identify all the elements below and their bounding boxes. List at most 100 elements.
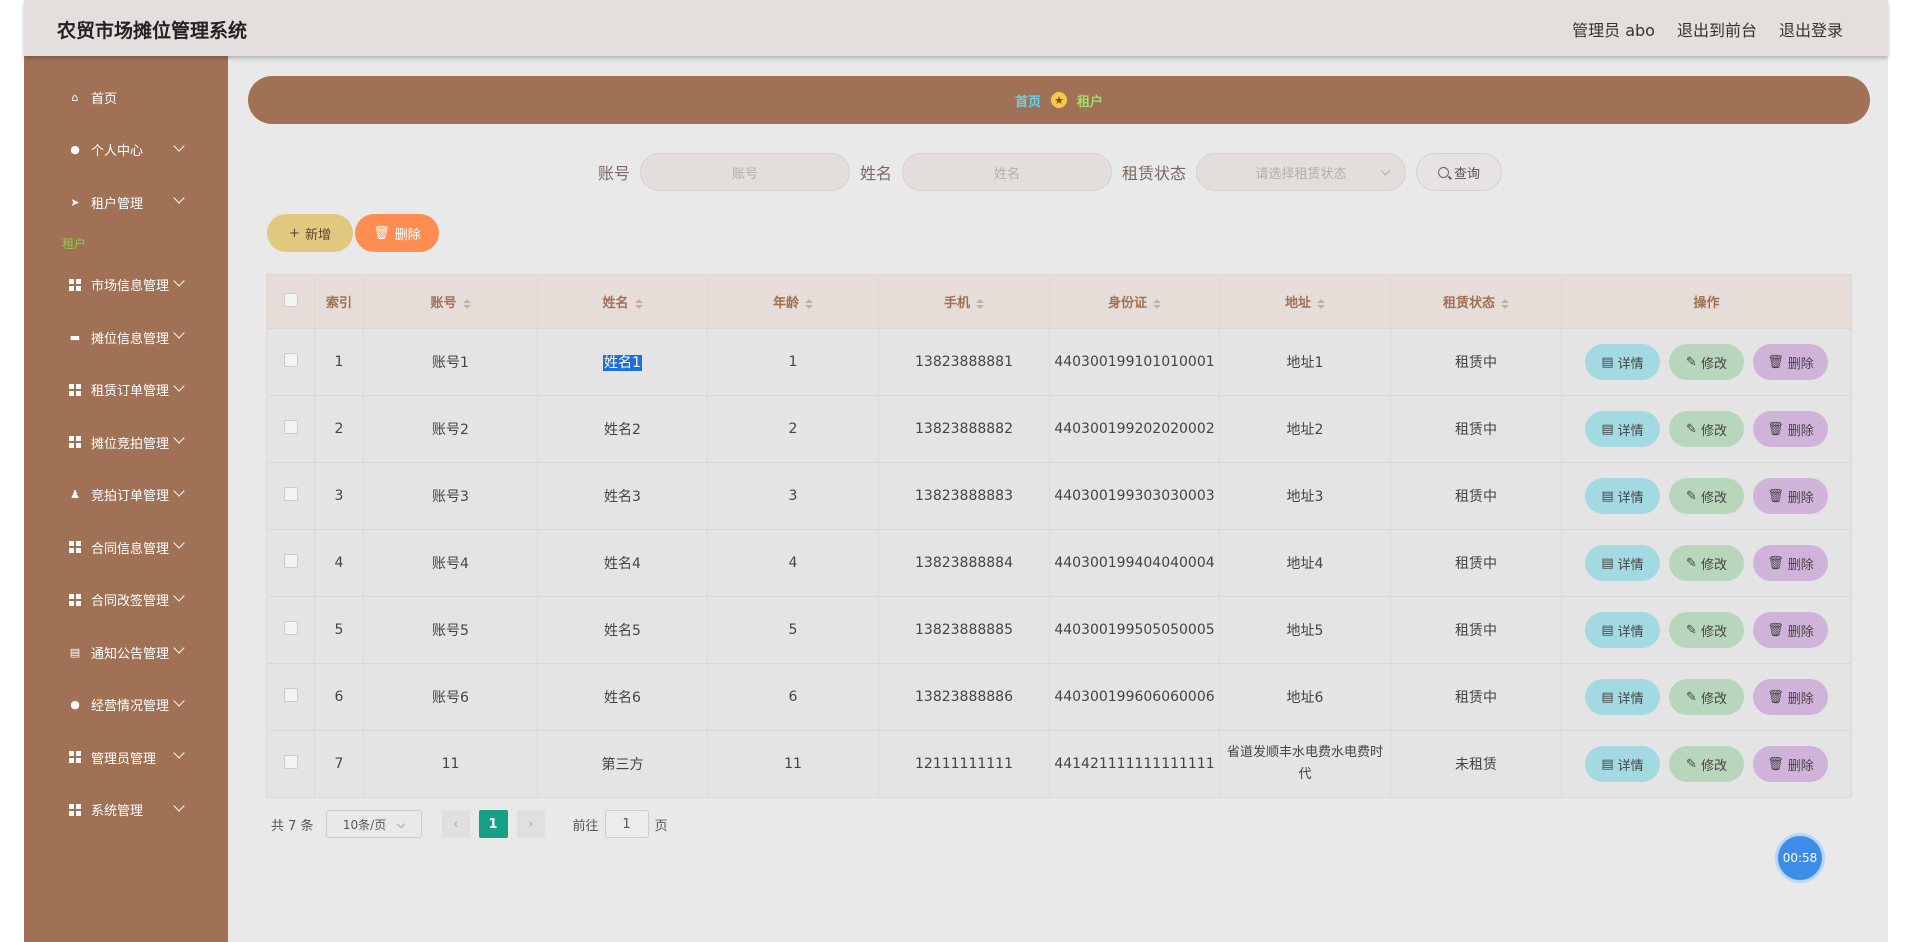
cell-index: 2 (314, 395, 364, 463)
sidebar-item-notice[interactable]: ▤ 通知公告管理 (24, 626, 228, 679)
sidebar-item-contract-change[interactable]: 合同改签管理 (24, 574, 228, 627)
header-phone[interactable]: 手机 (878, 274, 1050, 329)
header-account[interactable]: 账号 (363, 274, 538, 329)
sidebar-item-personal[interactable]: ● 个人中心 (24, 124, 228, 177)
detail-button[interactable]: ▤ 详情 (1585, 545, 1660, 581)
header-age-label: 年龄 (772, 296, 799, 311)
cell-age: 2 (707, 395, 879, 463)
cell-phone: 13823888885 (878, 596, 1050, 664)
trash-icon: 🗑 (373, 225, 390, 241)
cell-id-card: 440300199202020002 (1049, 395, 1220, 463)
trash-icon: 🗑 (1767, 488, 1784, 504)
header-status[interactable]: 租赁状态 (1390, 274, 1562, 329)
sort-icon[interactable] (1317, 298, 1325, 309)
sort-icon[interactable] (1153, 298, 1161, 309)
delete-button[interactable]: 🗑 删除 (1753, 545, 1828, 581)
sort-icon[interactable] (805, 298, 813, 309)
query-button[interactable]: 查询 (1416, 153, 1503, 191)
row-checkbox[interactable] (283, 554, 298, 568)
sidebar-item-system[interactable]: 系统管理 (24, 784, 228, 837)
page-number-current[interactable]: 1 (478, 810, 508, 838)
delete-button[interactable]: 🗑 删除 (1753, 411, 1828, 447)
detail-label: 详情 (1617, 691, 1644, 707)
breadcrumb-home[interactable]: 首页 (1015, 91, 1041, 110)
detail-button[interactable]: ▤ 详情 (1585, 478, 1660, 514)
batch-delete-button[interactable]: 🗑 删除 (355, 214, 439, 252)
edit-button[interactable]: ✎ 修改 (1669, 545, 1744, 581)
delete-button[interactable]: 🗑 删除 (1753, 612, 1828, 648)
header-status-label: 租赁状态 (1442, 296, 1495, 311)
back-to-front-link[interactable]: 退出到前台 (1677, 17, 1757, 41)
sidebar-item-rent-order[interactable]: 租赁订单管理 (24, 364, 228, 417)
sort-icon[interactable] (462, 298, 471, 309)
current-user[interactable]: 管理员 abo (1572, 17, 1655, 41)
sidebar-subitem-tenant[interactable]: 租户 (24, 229, 228, 259)
tenant-table: 索引 账号 姓名 年龄 手机 身份证 地址 租赁状态 操作 1 账号1 姓名1 … (266, 274, 1852, 798)
add-button[interactable]: + 新增 (267, 214, 353, 252)
status-select[interactable]: 请选择租赁状态 (1196, 153, 1407, 191)
page-size-select[interactable]: 10条/页 (325, 810, 422, 838)
cell-phone: 13823888882 (878, 395, 1050, 463)
sidebar-item-label: 首页 (91, 91, 118, 107)
account-search-input[interactable]: 账号 (640, 153, 851, 191)
grid-icon (68, 540, 82, 554)
delete-button[interactable]: 🗑 删除 (1753, 746, 1828, 782)
detail-button[interactable]: ▤ 详情 (1585, 411, 1660, 447)
sort-icon[interactable] (976, 298, 984, 309)
sort-icon[interactable] (634, 298, 643, 309)
cell-account: 账号4 (363, 529, 538, 597)
table-row: 5 账号5 姓名5 5 13823888885 4403001995050500… (266, 596, 1852, 664)
row-checkbox[interactable] (283, 353, 298, 367)
sidebar-item-auction-order[interactable]: ♟ 竞拍订单管理 (24, 469, 228, 522)
timer-badge[interactable]: 00:58 (1778, 836, 1822, 880)
sidebar-item-contract-info[interactable]: 合同信息管理 (24, 521, 228, 574)
header-name[interactable]: 姓名 (537, 274, 708, 329)
header-id-card[interactable]: 身份证 (1049, 274, 1220, 329)
select-all-checkbox[interactable] (283, 292, 298, 307)
row-checkbox[interactable] (283, 487, 298, 501)
delete-label: 删除 (1787, 557, 1814, 573)
app-title: 农贸市场摊位管理系统 (57, 20, 248, 42)
cell-index: 7 (314, 730, 364, 798)
edit-button[interactable]: ✎ 修改 (1669, 746, 1744, 782)
sidebar-item-admin[interactable]: 管理员管理 (24, 731, 228, 784)
sidebar-item-tenant-mgmt[interactable]: ➤ 租户管理 (24, 176, 228, 229)
grid-icon (68, 750, 82, 764)
detail-button[interactable]: ▤ 详情 (1585, 612, 1660, 648)
header-age[interactable]: 年龄 (707, 274, 879, 329)
logout-link[interactable]: 退出登录 (1779, 17, 1843, 41)
row-checkbox[interactable] (283, 420, 298, 434)
detail-button[interactable]: ▤ 详情 (1585, 679, 1660, 715)
edit-button[interactable]: ✎ 修改 (1669, 612, 1744, 648)
header-address[interactable]: 地址 (1219, 274, 1391, 329)
detail-button[interactable]: ▤ 详情 (1585, 344, 1660, 380)
goto-page-input[interactable]: 1 (604, 810, 649, 838)
edit-button[interactable]: ✎ 修改 (1669, 411, 1744, 447)
sort-icon[interactable] (1501, 298, 1509, 309)
row-checkbox[interactable] (283, 755, 298, 769)
row-checkbox[interactable] (283, 621, 298, 635)
prev-page-button[interactable]: ‹ (441, 810, 470, 838)
next-page-button[interactable]: › (516, 810, 545, 838)
sidebar-item-home[interactable]: ⌂ 首页 (24, 71, 228, 124)
row-checkbox[interactable] (283, 688, 298, 702)
detail-button[interactable]: ▤ 详情 (1585, 746, 1660, 782)
name-search-input[interactable]: 姓名 (902, 153, 1113, 191)
chevron-down-icon (1380, 165, 1391, 176)
delete-button[interactable]: 🗑 删除 (1753, 344, 1828, 380)
sidebar-item-business[interactable]: ● 经营情况管理 (24, 679, 228, 732)
delete-button[interactable]: 🗑 删除 (1753, 478, 1828, 514)
header-name-label: 姓名 (602, 296, 629, 311)
detail-label: 详情 (1617, 356, 1644, 372)
sidebar-item-stall-info[interactable]: ▬ 摊位信息管理 (24, 311, 228, 364)
table-row: 2 账号2 姓名2 2 13823888882 4403001992020200… (266, 395, 1852, 463)
edit-button[interactable]: ✎ 修改 (1669, 679, 1744, 715)
edit-button[interactable]: ✎ 修改 (1669, 478, 1744, 514)
delete-button[interactable]: 🗑 删除 (1753, 679, 1828, 715)
sidebar-item-market-info[interactable]: 市场信息管理 (24, 259, 228, 312)
table-row: 1 账号1 姓名1 1 13823888881 4403001991010100… (266, 328, 1852, 396)
cell-account: 账号6 (363, 663, 538, 731)
edit-button[interactable]: ✎ 修改 (1669, 344, 1744, 380)
sidebar-item-stall-auction[interactable]: 摊位竞拍管理 (24, 416, 228, 469)
search-bar: 账号 账号 姓名 姓名 租赁状态 请选择租赁状态 查询 (598, 153, 1503, 191)
